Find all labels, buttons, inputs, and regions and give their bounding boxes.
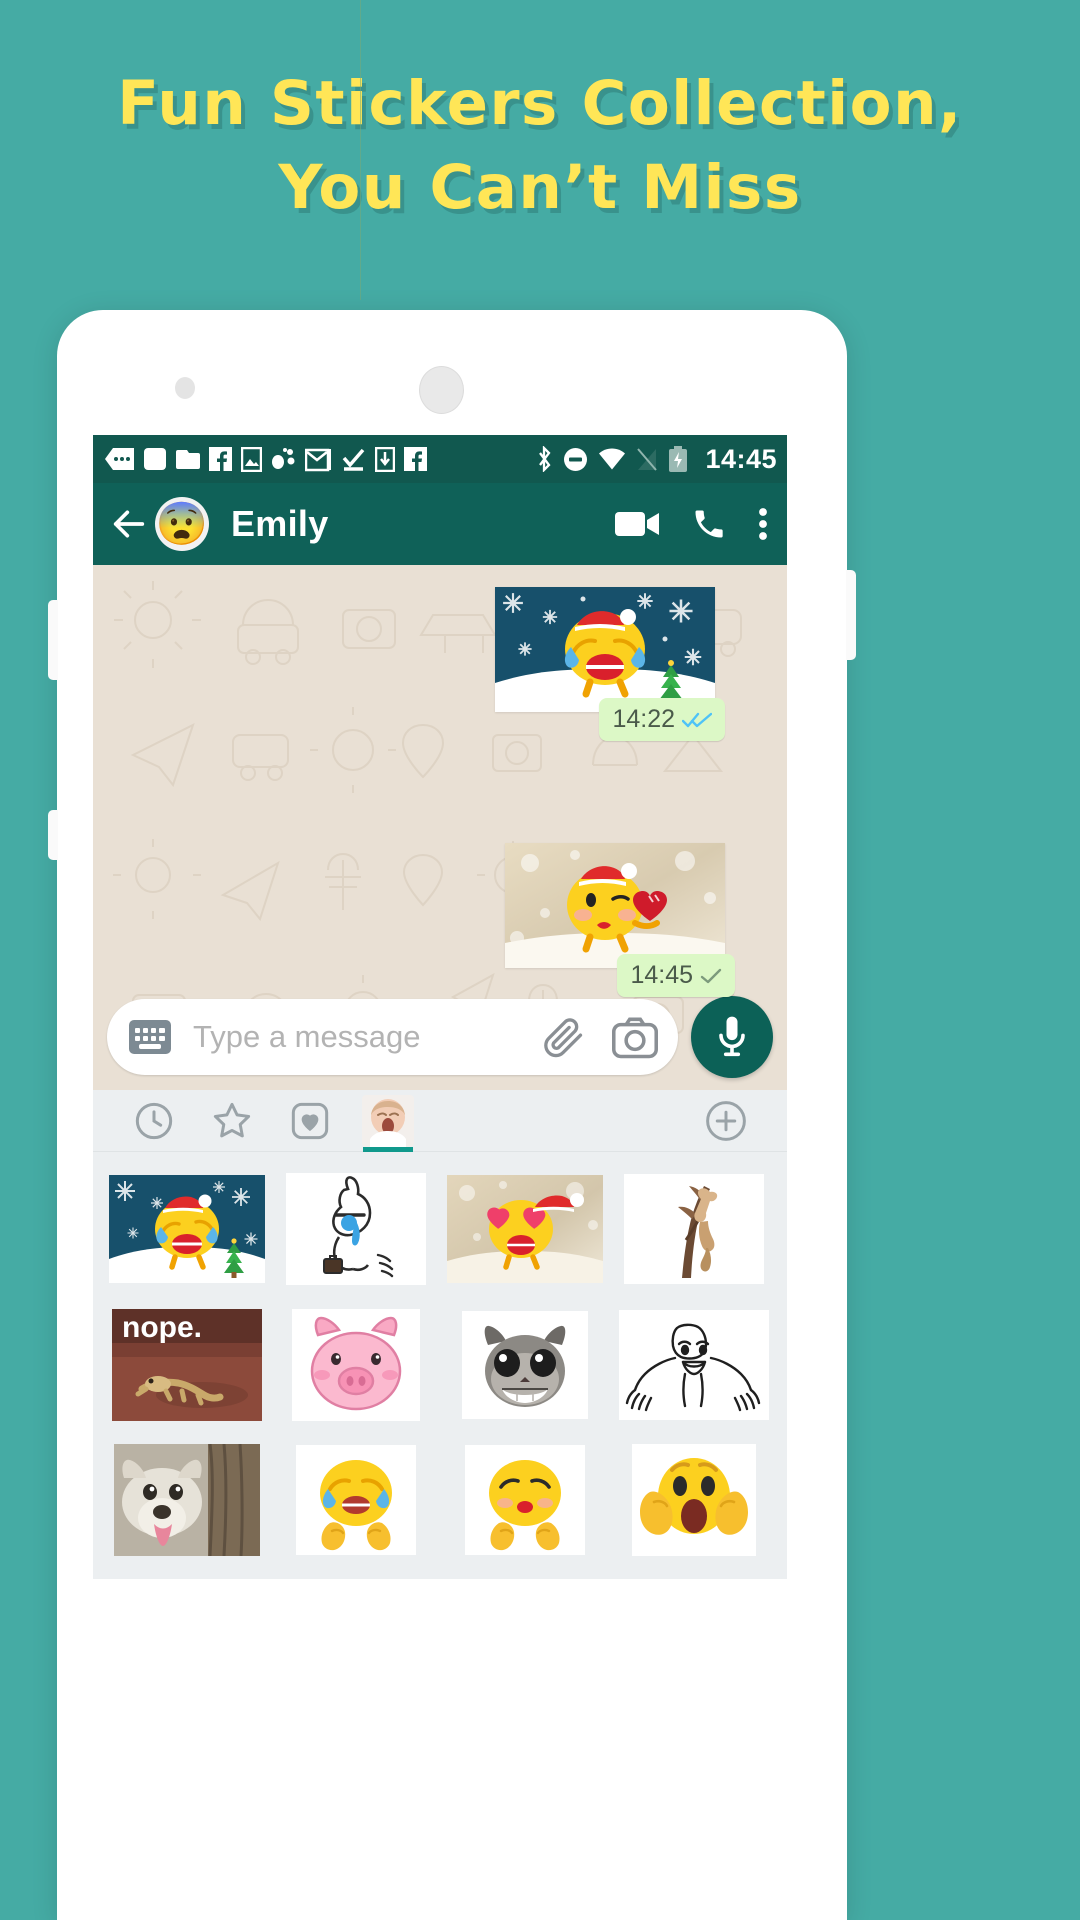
proximity-sensor [175,377,195,399]
sticker-heart-eyes-santa[interactable] [443,1168,606,1290]
volume-up-button [48,600,58,680]
back-arrow-icon[interactable] [109,504,149,544]
tab-recent[interactable] [115,1090,193,1152]
clock-icon [135,1102,173,1139]
app-bar-actions [615,506,769,542]
bluetooth-icon [539,446,551,472]
video-call-icon[interactable] [615,508,661,540]
tab-favorites[interactable] [193,1090,271,1152]
background-seam-line [360,0,361,300]
sticker-kissing-heart-santa-sparkle[interactable] [505,843,725,968]
input-action-icons [542,1015,658,1059]
gmail-icon [305,448,331,471]
chat-app-bar: 😨 Emily [93,483,787,565]
message-input-bar[interactable]: Type a message [107,999,678,1075]
sticker-crying-laughing-hands[interactable] [274,1439,437,1561]
front-camera [419,366,464,414]
sticker-picker-grid: nope. [93,1152,787,1579]
read-receipt-double-check-icon [682,711,712,729]
message-input-placeholder[interactable]: Type a message [193,1019,542,1055]
message-meta-1: 14:22 [599,698,725,741]
promo-headline-line-1: Fun Stickers Collection, [117,68,963,139]
heart-icon [291,1102,329,1139]
folder-notification-icon [176,450,200,469]
message-outgoing-1[interactable]: 14:22 [495,587,725,741]
message-outgoing-2[interactable]: 14:45 [505,843,735,997]
status-bar-clock: 14:45 [705,443,777,474]
promo-headline-line-2: You Can’t Miss [278,152,802,223]
chat-message-area: 14:22 14:45 Type a message [93,565,787,1090]
signal-off-icon [637,447,658,471]
sticker-laughing-tears-santa[interactable] [105,1168,268,1290]
do-not-disturb-icon [564,447,588,471]
sticker-climbing-cat-tree[interactable] [612,1168,775,1290]
status-bar-system-icons: 14:45 [536,444,777,475]
sticker-shrug-rage-face[interactable] [612,1304,775,1426]
voice-record-button[interactable] [691,996,773,1078]
message-input-row: Type a message [93,994,787,1090]
facebook-icon [209,447,232,471]
sticker-grinning-cat[interactable] [443,1304,606,1426]
sticker-tab-bar [93,1090,787,1152]
overflow-menu-icon[interactable] [757,506,769,542]
music-note-icon [272,448,295,469]
task-check-icon [342,448,365,471]
voice-call-icon[interactable] [691,506,727,542]
sticker-dog-tongue-tree[interactable] [105,1439,268,1561]
app-notification-icon [144,448,166,470]
gallery-image-icon [241,446,262,472]
sticker-pink-pig[interactable] [274,1304,437,1426]
plus-circle-icon [706,1100,746,1141]
volume-down-button [48,810,58,860]
phone-mockup: 14:45 😨 Emily 14:22 14:45 Type a message… [48,310,856,1920]
camera-icon[interactable] [612,1015,658,1059]
battery-charging-icon [669,445,688,472]
sticker-screaming-face[interactable] [612,1439,775,1561]
star-icon [213,1102,251,1137]
message-time: 14:22 [612,705,675,733]
promo-banner: Fun Stickers Collection, You Can’t Miss [0,0,1080,300]
phone-screen: 14:45 😨 Emily 14:22 14:45 Type a message… [93,435,787,1920]
sticker-laughing-tears-santa-snow[interactable] [495,587,715,712]
yawning-baby-thumbnail [362,1094,414,1147]
contact-avatar[interactable]: 😨 [155,497,209,551]
status-bar-notification-icons [105,446,536,472]
contact-name[interactable]: Emily [231,503,615,545]
sms-message-icon [105,448,134,470]
svg-text:nope.: nope. [122,1311,202,1344]
message-meta-2: 14:45 [617,954,735,997]
download-icon [375,446,395,472]
keyboard-icon[interactable] [129,1020,171,1054]
tab-baby-pack[interactable] [349,1090,427,1152]
sticker-nope-lizard[interactable]: nope. [105,1304,268,1426]
sticker-kissing-emoji-hands[interactable] [443,1439,606,1561]
power-button [846,570,856,660]
sticker-crying-bunny-briefcase[interactable] [274,1168,437,1290]
message-time: 14:45 [630,961,693,989]
wifi-icon [599,448,626,470]
status-bar: 14:45 [93,435,787,483]
tab-hearts[interactable] [271,1090,349,1152]
facebook-messenger-icon [404,447,427,471]
microphone-icon [719,1016,745,1057]
sent-receipt-single-check-icon [700,967,722,985]
avatar-emoji: 😨 [155,500,209,547]
add-sticker-pack-button[interactable] [687,1090,765,1152]
paperclip-icon[interactable] [542,1015,586,1059]
